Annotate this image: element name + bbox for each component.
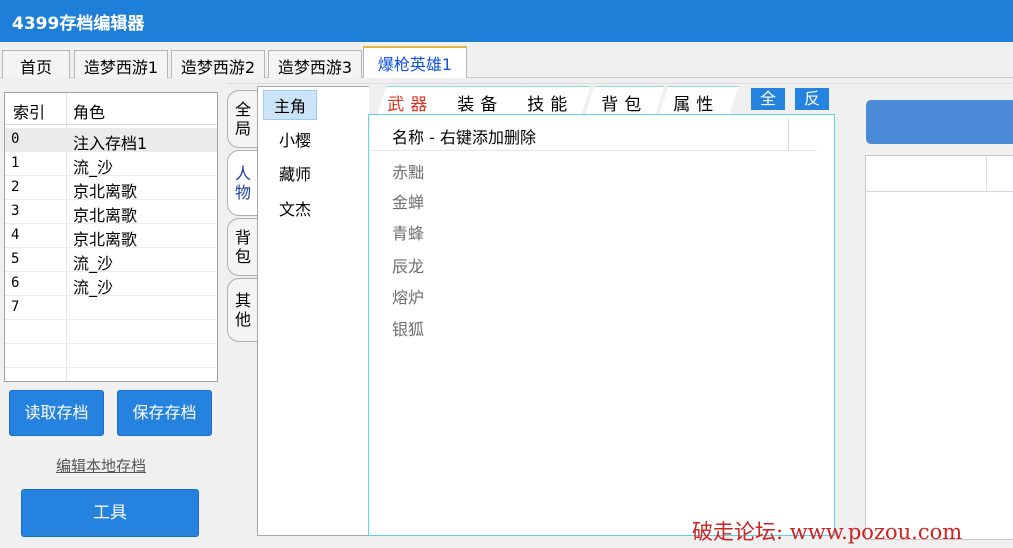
list-row[interactable]: 7	[5, 296, 217, 320]
side-tab-label: 人物	[234, 164, 251, 202]
weapon-item[interactable]: 辰龙	[392, 253, 424, 277]
list-row[interactable]: 4 京北离歌	[5, 224, 217, 249]
side-tab-character[interactable]: 人物	[227, 150, 258, 216]
right-grid[interactable]	[865, 155, 1013, 540]
list-row[interactable]: 2 京北离歌	[5, 176, 217, 201]
weapon-item[interactable]: 熔炉	[392, 284, 424, 308]
row-index: 3	[11, 203, 20, 219]
row-index: 4	[11, 227, 20, 243]
tab-skills[interactable]: 技能	[513, 86, 591, 115]
save-save-button[interactable]: 保存存档	[117, 390, 212, 436]
edit-local-save-link[interactable]: 编辑本地存档	[56, 455, 146, 476]
row-index: 7	[11, 299, 20, 315]
list-row[interactable]: 3 京北离歌	[5, 200, 217, 225]
weapon-item[interactable]: 银狐	[392, 316, 424, 340]
list-row[interactable]: 6 流_沙	[5, 272, 217, 297]
invert-selection-button[interactable]: 反	[795, 88, 829, 110]
right-action-button[interactable]	[866, 100, 1013, 144]
row-role: 注入存档1	[73, 134, 148, 153]
tab-attributes[interactable]: 属性	[659, 86, 739, 115]
role-list	[257, 86, 369, 536]
tab-bag[interactable]: 背包	[585, 86, 665, 115]
side-tab-label: 全局	[234, 100, 251, 138]
grid-header: 名称 - 右键添加删除	[372, 119, 817, 151]
column-divider	[788, 119, 789, 151]
row-index: 0	[11, 131, 20, 147]
title-bar: 4399存档编辑器	[0, 0, 1013, 42]
row-index: 5	[11, 251, 20, 267]
tab-label: 造梦西游3	[277, 58, 353, 77]
select-all-button[interactable]: 全	[751, 88, 785, 110]
row-role: 流_沙	[73, 158, 114, 177]
weapon-item[interactable]: 金蝉	[392, 189, 424, 213]
top-tab-strip: 首页 造梦西游1 造梦西游2 造梦西游3 爆枪英雄1	[0, 42, 1013, 79]
role-item[interactable]: 藏师	[279, 161, 311, 185]
list-row[interactable]: 1 流_沙	[5, 152, 217, 177]
row-index: 6	[11, 275, 20, 291]
list-row[interactable]: 5 流_沙	[5, 248, 217, 273]
tab-label: 武器	[387, 95, 434, 115]
row-index: 1	[11, 155, 20, 171]
col-role-header: 角色	[73, 103, 106, 122]
row-role: 京北离歌	[73, 182, 138, 201]
role-item[interactable]: 文杰	[279, 196, 311, 220]
app-title: 4399存档编辑器	[12, 14, 145, 34]
row-role: 流_沙	[73, 254, 114, 273]
list-row[interactable]: 0 注入存档1	[5, 128, 217, 153]
tab-zmxy1[interactable]: 造梦西游1	[74, 50, 168, 78]
tab-home[interactable]: 首页	[2, 50, 70, 78]
tab-label: 技能	[527, 95, 574, 115]
tab-zmxy2[interactable]: 造梦西游2	[171, 50, 265, 78]
row-role: 京北离歌	[73, 230, 138, 249]
row-index: 2	[11, 179, 20, 195]
side-tab-bag[interactable]: 背包	[227, 218, 258, 276]
tab-label: 造梦西游1	[83, 58, 159, 77]
tab-label: 背包	[601, 95, 648, 115]
tab-label: 首页	[19, 58, 52, 77]
side-tab-label: 其他	[234, 291, 251, 329]
tab-bqyx1[interactable]: 爆枪英雄1	[363, 46, 467, 79]
col-index-header: 索引	[13, 103, 46, 122]
list-row-empty	[5, 320, 217, 344]
read-save-button[interactable]: 读取存档	[9, 390, 104, 436]
tab-equipment[interactable]: 装备	[445, 86, 523, 115]
role-item[interactable]: 主角	[263, 90, 318, 120]
tab-label: 爆枪英雄1	[377, 55, 453, 74]
weapon-grid[interactable]	[368, 114, 835, 536]
watermark: 破走论坛: www.pozou.com	[692, 520, 963, 544]
side-tab-other[interactable]: 其他	[227, 278, 258, 342]
name-column-header: 名称 - 右键添加删除	[392, 128, 536, 147]
tab-weapons[interactable]: 武器	[377, 86, 455, 115]
role-item[interactable]: 小樱	[279, 127, 311, 151]
list-row-empty	[5, 344, 217, 368]
list-header: 索引 角色	[5, 93, 217, 125]
side-tab-label: 背包	[234, 228, 251, 266]
tab-label: 装备	[457, 95, 504, 115]
save-list[interactable]: 索引 角色 0 注入存档1 1 流_沙 2 京北离歌 3 京北离歌 4 京北离歌 5 流_沙…	[4, 92, 218, 382]
row-role: 流_沙	[73, 278, 114, 297]
tab-label: 属性	[673, 95, 720, 115]
tab-zmxy3[interactable]: 造梦西游3	[268, 50, 362, 78]
right-grid-header	[866, 156, 1013, 192]
divider	[226, 83, 1013, 84]
row-role: 京北离歌	[73, 206, 138, 225]
column-divider	[986, 156, 987, 192]
weapon-item[interactable]: 赤黜	[392, 159, 424, 183]
weapon-item[interactable]: 青蜂	[392, 220, 424, 244]
tab-label: 造梦西游2	[180, 58, 256, 77]
side-tab-global[interactable]: 全局	[227, 90, 258, 148]
tools-button[interactable]: 工具	[21, 489, 199, 537]
